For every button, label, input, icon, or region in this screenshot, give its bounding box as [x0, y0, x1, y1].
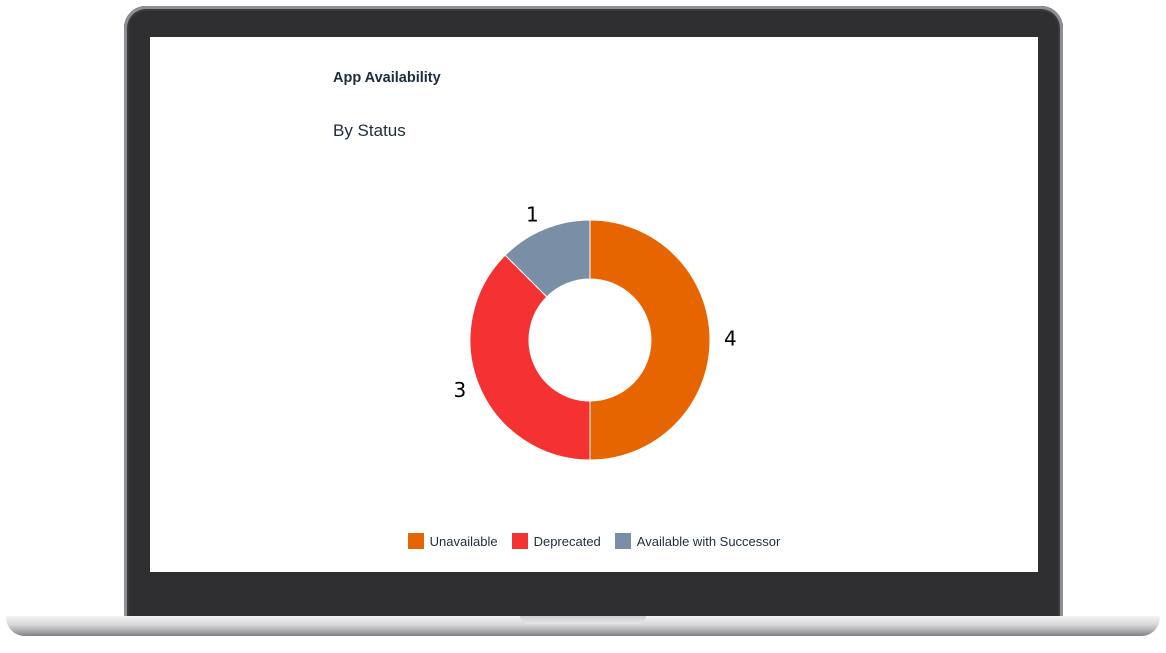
legend-item-available-with-successor[interactable]: Available with Successor — [614, 533, 781, 549]
chart-legend: Unavailable Deprecated Available with Succ… — [150, 533, 1038, 549]
donut-chart: 4 3 1 — [453, 203, 737, 461]
legend-label: Unavailable — [429, 533, 498, 549]
legend-label: Deprecated — [533, 533, 601, 549]
legend-swatch — [614, 533, 631, 549]
laptop-screen: App Availability By Status 431 Unavailab… — [150, 37, 1038, 572]
data-label-unavailable: 4 — [724, 327, 737, 351]
laptop-notch — [520, 616, 646, 624]
legend-label: Available with Successor — [636, 533, 781, 549]
legend-swatch — [407, 533, 424, 549]
donut-slice-unavailable[interactable] — [589, 219, 711, 461]
data-label-available-with-successor: 1 — [526, 203, 539, 227]
legend-swatch — [511, 533, 528, 549]
legend-item-unavailable[interactable]: Unavailable — [407, 533, 498, 549]
legend-item-deprecated[interactable]: Deprecated — [511, 533, 601, 549]
data-label-deprecated: 3 — [453, 378, 466, 402]
donut-slice-deprecated[interactable] — [469, 254, 591, 461]
